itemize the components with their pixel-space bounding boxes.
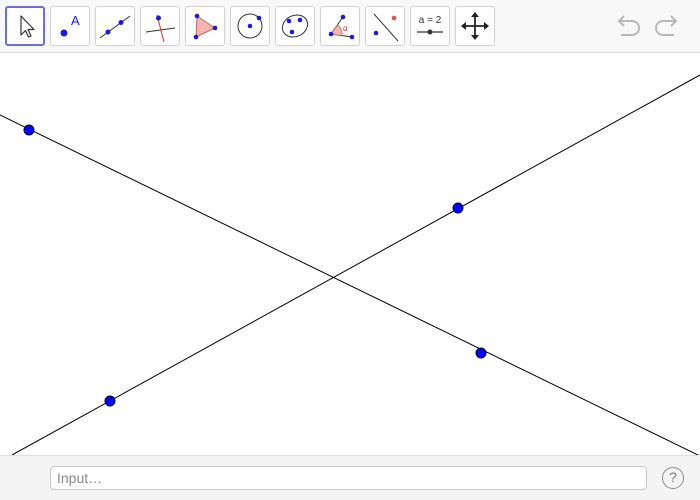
point-d[interactable] [475,347,487,359]
arrow-pointer-icon [20,15,35,38]
move-view-icon [461,12,489,40]
tool-circle-center-point[interactable] [230,6,270,46]
slider-tool-icon: a = 2 [417,15,443,35]
tool-reflect[interactable] [365,6,405,46]
help-button[interactable]: ? [662,467,684,489]
ellipse-tool-icon [281,14,309,38]
point-a[interactable] [23,124,35,136]
tool-angle[interactable]: α [320,6,360,46]
perpendicular-line-icon [145,14,176,43]
tool-move[interactable] [5,6,45,46]
tool-line[interactable] [95,6,135,46]
point-tool-label: A [71,13,80,28]
tool-slider[interactable]: a = 2 [410,6,450,46]
reflect-tool-icon [373,13,399,42]
point-c[interactable] [104,395,116,407]
tool-point[interactable]: A [50,6,90,46]
angle-tool-icon: α [328,14,355,40]
tool-ellipse[interactable] [275,6,315,46]
redo-icon [655,15,678,36]
polygon-tool-icon [193,13,218,40]
redo-button[interactable] [649,12,683,42]
tool-move-graphics-view[interactable] [455,6,495,46]
tool-perpendicular-line[interactable] [140,6,180,46]
algebra-input-field[interactable] [50,466,647,490]
point-b[interactable] [452,202,464,214]
graphics-canvas[interactable] [0,53,700,457]
undo-icon [617,15,640,36]
input-bar: ? [0,455,700,500]
undo-button[interactable] [612,12,646,42]
tool-polygon[interactable] [185,6,225,46]
line-through-points-b-c[interactable] [11,74,700,456]
slider-tool-label: a = 2 [419,15,442,26]
toolbar: A α a = 2 [0,0,700,53]
graphics-view[interactable] [0,53,700,457]
angle-tool-label: α [343,24,348,33]
circle-tool-icon [237,13,263,39]
line-tool-icon [99,15,131,39]
point-tool-icon: A [60,13,80,37]
